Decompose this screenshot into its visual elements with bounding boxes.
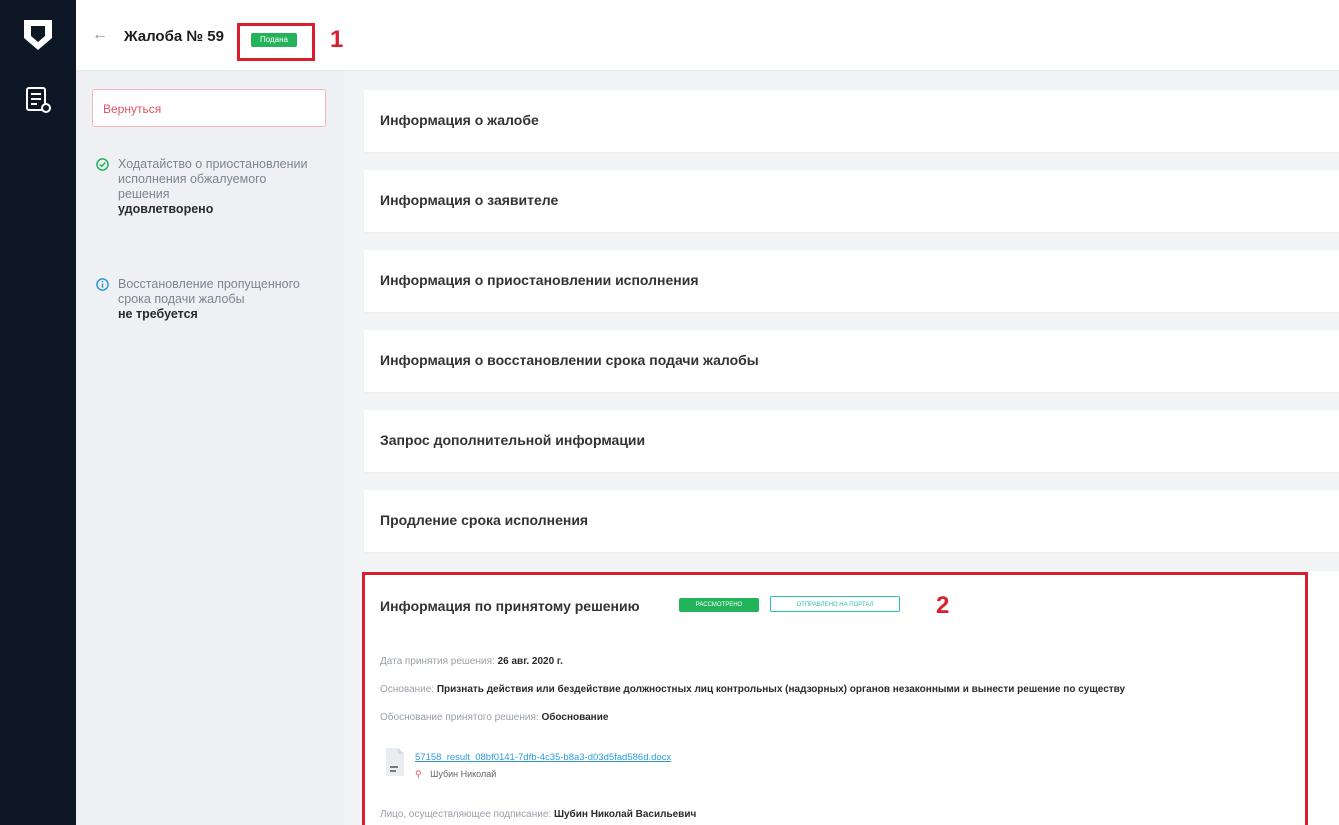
- section-applicant-info[interactable]: Информация о заявителе: [364, 170, 1339, 232]
- back-arrow-icon[interactable]: ←: [92, 26, 108, 44]
- section-title: Информация о заявителе: [380, 192, 559, 208]
- section-restoration-info[interactable]: Информация о восстановлении срока подачи…: [364, 330, 1339, 392]
- annotation-box-1: [237, 23, 315, 61]
- return-button[interactable]: Вернуться: [92, 89, 326, 127]
- section-execution-extension[interactable]: Продление срока исполнения: [364, 490, 1339, 552]
- annotation-number-1: 1: [330, 26, 344, 53]
- section-title: Информация о восстановлении срока подачи…: [380, 352, 759, 368]
- section-title: Запрос дополнительной информации: [380, 432, 646, 448]
- section-title: Информация о жалобе: [380, 112, 539, 128]
- status-item-text-wrap: Ходатайство о приостановлении исполнения…: [118, 157, 318, 217]
- sidebar: Вернуться Ходатайство о приостановлении …: [76, 71, 344, 825]
- document-search-icon[interactable]: [25, 86, 53, 116]
- section-title: Продление срока исполнения: [380, 512, 589, 528]
- app-rail: [0, 0, 76, 825]
- status-item-label: Ходатайство о приостановлении исполнения…: [118, 157, 308, 201]
- section-title: Информация о приостановлении исполнения: [380, 272, 699, 288]
- shield-logo-icon[interactable]: [22, 18, 54, 52]
- status-item-label: Восстановление пропущенного срока подачи…: [118, 277, 300, 306]
- section-suspension-info[interactable]: Информация о приостановлении исполнения: [364, 250, 1339, 312]
- status-item-value: не требуется: [118, 307, 198, 321]
- status-item-text-wrap: Восстановление пропущенного срока подачи…: [118, 277, 318, 322]
- status-item-value: удовлетворено: [118, 202, 214, 216]
- annotation-number-2: 2: [936, 592, 950, 619]
- page-title: Жалоба № 59: [124, 28, 224, 45]
- info-circle-icon: [96, 278, 109, 291]
- annotation-box-2: [362, 572, 1308, 825]
- section-additional-info-request[interactable]: Запрос дополнительной информации: [364, 410, 1339, 472]
- check-circle-icon: [96, 158, 109, 171]
- section-complaint-info[interactable]: Информация о жалобе: [364, 90, 1339, 152]
